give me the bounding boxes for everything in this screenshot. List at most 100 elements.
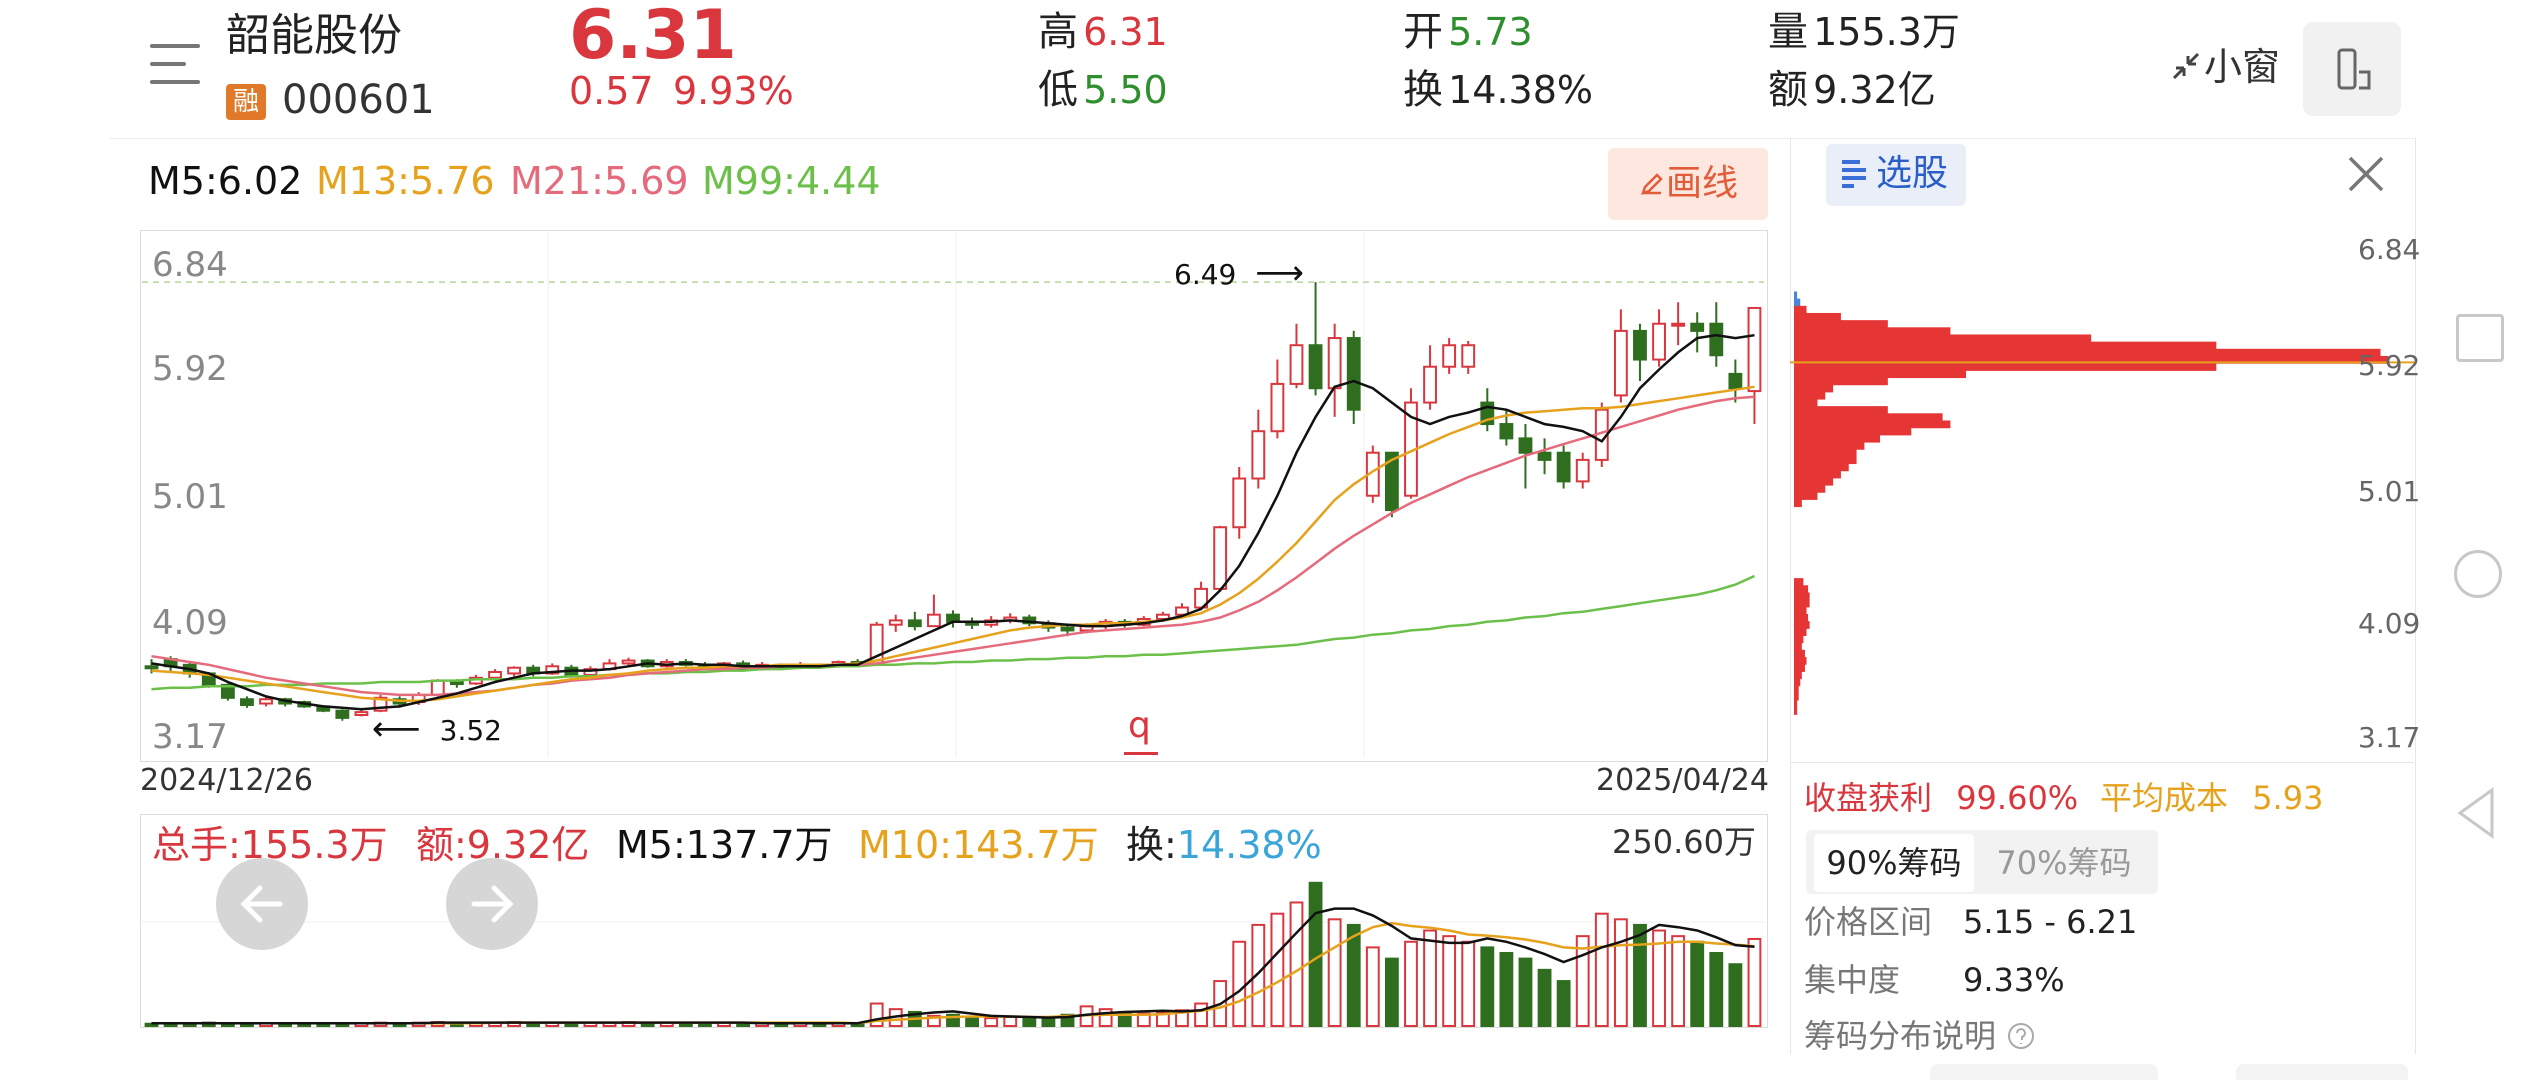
quote-amount: 额 9.32亿 xyxy=(1768,70,1936,110)
chip-bar xyxy=(1794,463,1849,472)
close-icon[interactable] xyxy=(2344,152,2388,196)
volume-bar xyxy=(1003,1016,1018,1027)
candle-body xyxy=(1709,322,1724,357)
candle-body xyxy=(927,613,941,628)
candle-body xyxy=(1728,372,1743,390)
avg-cost-value: 5.93 xyxy=(2252,779,2324,817)
volume-bar xyxy=(1442,935,1457,1027)
chip-bar xyxy=(1794,456,1857,465)
candle-body xyxy=(1442,344,1457,368)
candle-body xyxy=(1213,526,1228,590)
chip-bar xyxy=(1794,377,1888,386)
chip-bar xyxy=(1794,678,1801,687)
chip-bar xyxy=(1794,370,1967,379)
profit-ratio: 收盘获利 99.60% xyxy=(1804,782,2078,814)
chip-y-label: 5.01 xyxy=(2358,475,2421,508)
volume-bar xyxy=(1728,963,1743,1028)
candle-body xyxy=(1423,365,1437,404)
prev-button[interactable] xyxy=(216,858,308,950)
stock-select-button[interactable]: 选股 xyxy=(1826,144,1966,206)
volume-bar xyxy=(1346,923,1361,1027)
volume-bar xyxy=(1690,940,1705,1027)
volume-bar xyxy=(1461,940,1476,1027)
candle-body xyxy=(621,659,636,665)
kline-chart[interactable] xyxy=(0,0,1780,780)
chip-bar xyxy=(1794,599,1810,608)
candle-body xyxy=(1556,451,1571,483)
volume-bar xyxy=(1365,946,1380,1027)
chip-bar xyxy=(1794,664,1805,672)
volume-bar xyxy=(1537,968,1552,1028)
volume-bar xyxy=(1556,980,1571,1027)
chip-bar xyxy=(1794,384,1834,393)
volume-bar xyxy=(1709,952,1724,1027)
back-button[interactable] xyxy=(2454,786,2498,840)
ma5-line xyxy=(151,333,1755,711)
chip-bar xyxy=(1794,592,1810,601)
y-label: 3.17 xyxy=(152,717,228,757)
home-button[interactable] xyxy=(2454,550,2502,598)
candle-body xyxy=(1461,344,1476,368)
mini-window-button[interactable]: 小窗 xyxy=(2168,48,2280,86)
volume-turnover: 换:14.38% xyxy=(1126,826,1322,864)
chip-bar xyxy=(1794,484,1826,493)
volume-value: 155.3万 xyxy=(1813,10,1960,54)
chip-distribution-chart xyxy=(1790,291,2414,715)
candle-body xyxy=(430,679,445,696)
chip-explain-link[interactable]: 筹码分布说明 xyxy=(1804,1020,2036,1052)
recent-apps-button[interactable] xyxy=(2456,314,2504,362)
tab-70-chips[interactable]: 70%筹码 xyxy=(1984,834,2144,892)
next-button[interactable] xyxy=(446,858,538,950)
chip-bar xyxy=(1794,391,1826,400)
volume-bar xyxy=(1232,940,1247,1027)
candle-body xyxy=(1251,430,1266,480)
y-label: 6.84 xyxy=(152,245,228,285)
volume-bar xyxy=(1022,1016,1037,1027)
candle-body xyxy=(240,698,254,706)
chip-bar xyxy=(1794,305,1807,314)
volume-ma10: M10:143.7万 xyxy=(858,823,1099,867)
volume-bar xyxy=(1613,918,1628,1027)
candle-body xyxy=(1327,337,1342,390)
chip-y-label: 5.92 xyxy=(2358,349,2421,382)
chip-bar xyxy=(1794,613,1809,622)
chip-y-label: 6.84 xyxy=(2358,233,2421,266)
chip-bar xyxy=(1794,441,1865,450)
candle-body xyxy=(1671,322,1686,327)
tab-90-chips[interactable]: 90%筹码 xyxy=(1814,834,1974,892)
chip-bar xyxy=(1794,692,1799,701)
chip-bar xyxy=(1794,477,1834,486)
high-marker-value: 6.49 xyxy=(1174,258,1237,291)
amount-value: 9.32亿 xyxy=(1813,68,1936,112)
quote-volume: 量 155.3万 xyxy=(1768,12,1960,52)
y-label: 4.09 xyxy=(152,603,228,643)
chip-explain-label: 筹码分布说明 xyxy=(1804,1017,1997,1055)
chip-bar xyxy=(1794,420,1951,429)
chip-bar xyxy=(1794,413,1943,422)
profit-label: 收盘获利 xyxy=(1804,779,1933,817)
chip-bar xyxy=(1794,621,1810,629)
chip-y-label: 3.17 xyxy=(2358,721,2421,754)
candle-body xyxy=(1747,306,1762,393)
stock-select-label: 选股 xyxy=(1876,153,1949,194)
arrow-right-icon: ⟶ xyxy=(1255,253,1304,293)
arrow-left-icon: ⟵ xyxy=(372,709,421,749)
candle-body xyxy=(1652,322,1666,361)
volume-bar xyxy=(984,1017,999,1027)
phone-landscape-icon xyxy=(2337,48,2371,90)
chip-bar xyxy=(1794,499,1802,508)
candle-body xyxy=(1346,337,1361,411)
volume-bar xyxy=(1594,912,1609,1027)
chip-bar xyxy=(1794,327,1951,336)
chip-bar xyxy=(1794,642,1802,651)
chip-bar xyxy=(1794,341,2217,350)
low-marker-value: 3.52 xyxy=(439,714,502,747)
volume-ma5: M5:137.7万 xyxy=(616,823,833,867)
candle-body xyxy=(1613,329,1628,397)
candle-body xyxy=(1518,437,1533,454)
device-toggle-button[interactable] xyxy=(2303,22,2401,116)
y-label: 5.92 xyxy=(152,349,228,389)
volume-bar xyxy=(1404,940,1418,1027)
chip-bar xyxy=(1794,578,1804,586)
candle-body xyxy=(1060,626,1075,632)
